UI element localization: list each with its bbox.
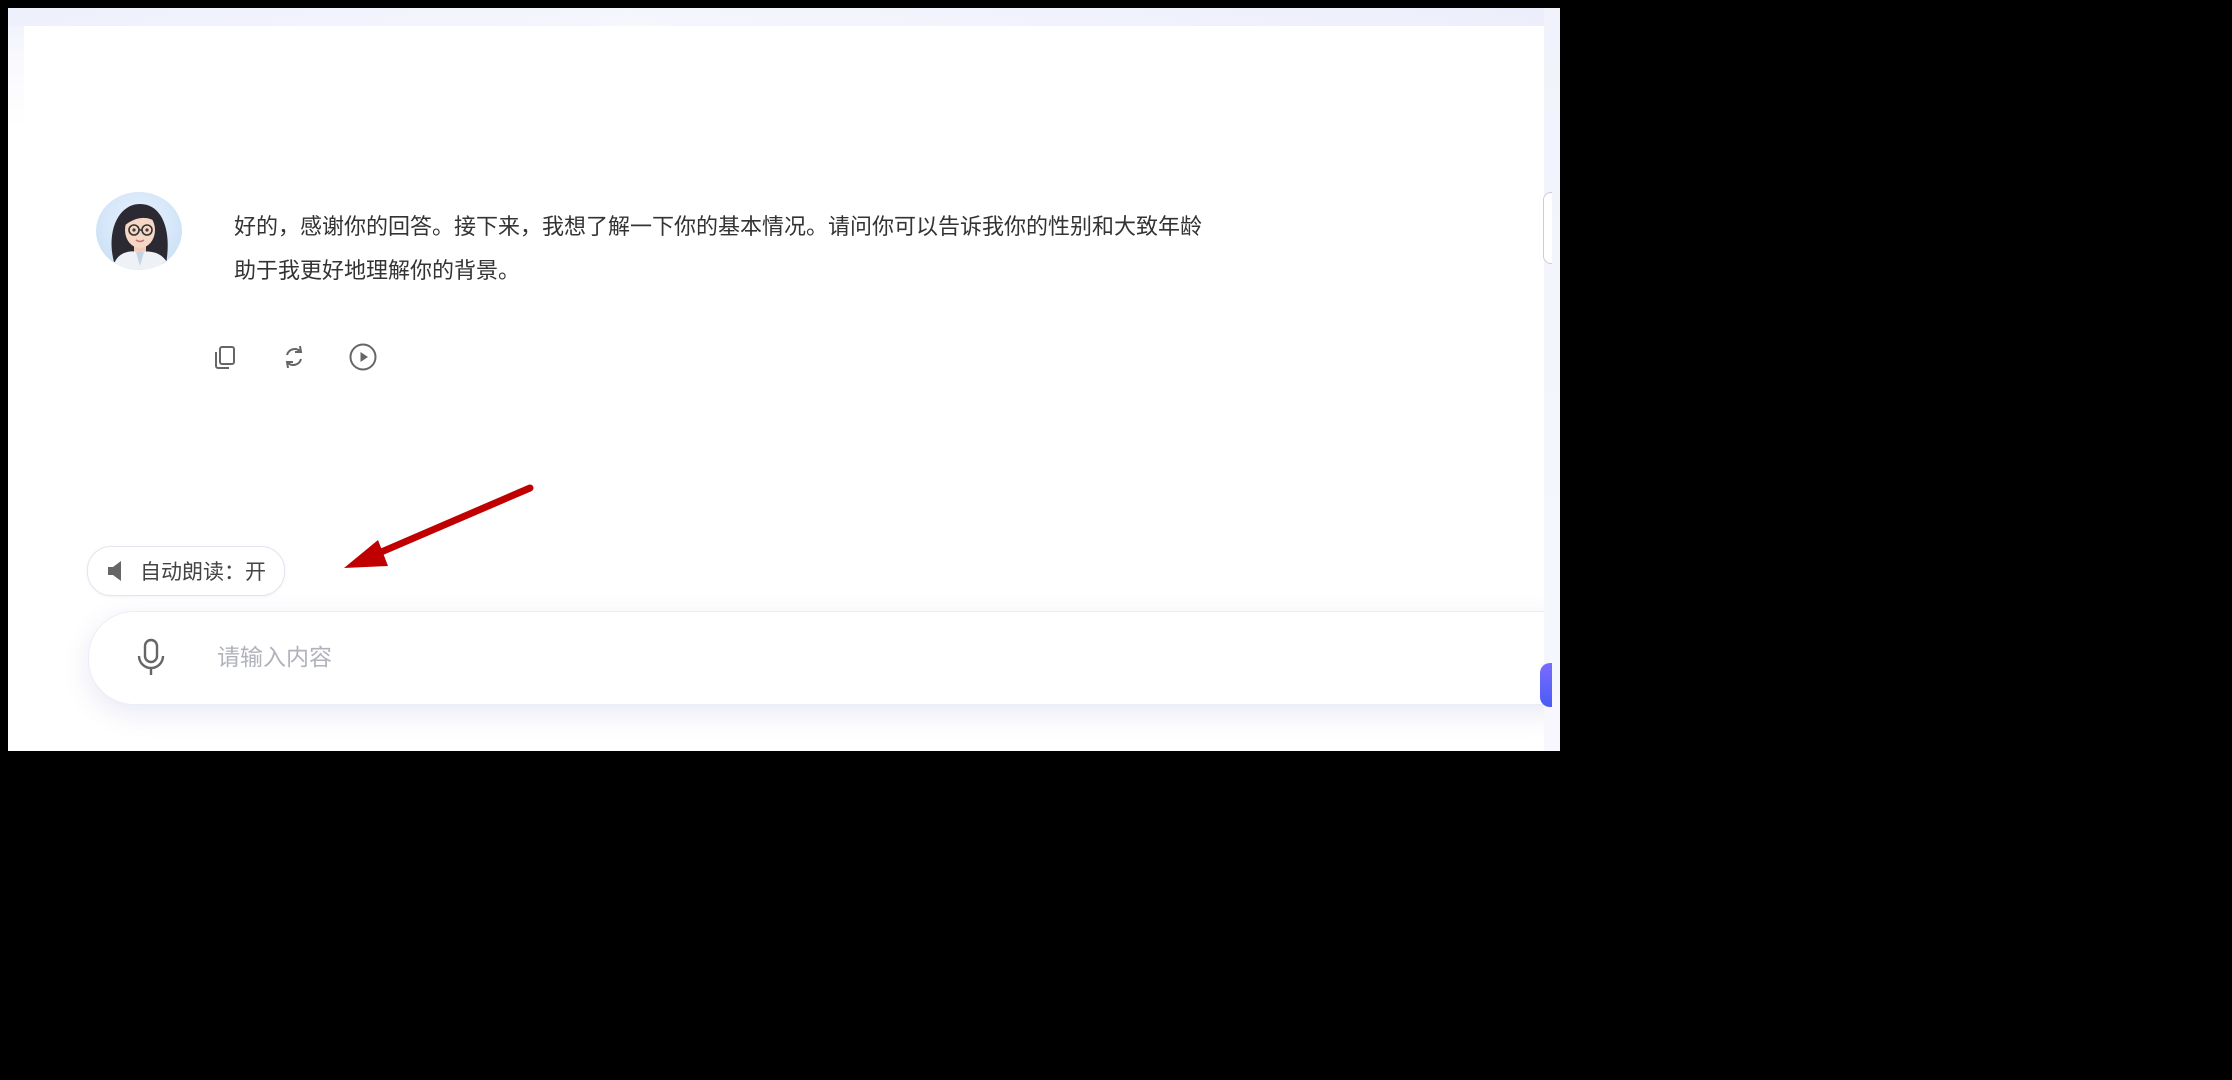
auto-read-label: 自动朗读：开 (140, 560, 266, 584)
assistant-message: 好的，感谢你的回答。接下来，我想了解一下你的基本情况。请问你可以告诉我你的性别和… (234, 206, 1544, 294)
assistant-message-line-1: 好的，感谢你的回答。接下来，我想了解一下你的基本情况。请问你可以告诉我你的性别和… (234, 215, 1203, 240)
assistant-message-line-2: 助于我更好地理解你的背景。 (234, 259, 521, 284)
chat-input-bar (88, 611, 1560, 705)
play-button[interactable] (346, 340, 379, 373)
speaker-icon (108, 561, 121, 581)
play-icon (349, 343, 376, 370)
refresh-icon (285, 345, 302, 368)
right-side-strip (1544, 8, 1560, 751)
message-input[interactable] (215, 632, 1519, 684)
microphone-icon (137, 638, 165, 675)
copy-icon (214, 345, 235, 369)
side-panel-handle[interactable] (1543, 192, 1552, 264)
voice-input-button[interactable] (129, 636, 173, 680)
screenshot-frame: 好的，感谢你的回答。接下来，我想了解一下你的基本情况。请问你可以告诉我你的性别和… (0, 0, 1568, 759)
message-actions (208, 340, 379, 373)
auto-read-toggle[interactable]: 自动朗读：开 (87, 546, 285, 596)
chat-app: 好的，感谢你的回答。接下来，我想了解一下你的基本情况。请问你可以告诉我你的性别和… (8, 8, 1560, 751)
annotation-arrow (344, 484, 534, 568)
send-button[interactable] (1540, 663, 1552, 707)
copy-button[interactable] (208, 340, 241, 373)
top-gradient (8, 8, 1560, 26)
assistant-avatar (96, 192, 182, 270)
regenerate-button[interactable] (277, 340, 310, 373)
